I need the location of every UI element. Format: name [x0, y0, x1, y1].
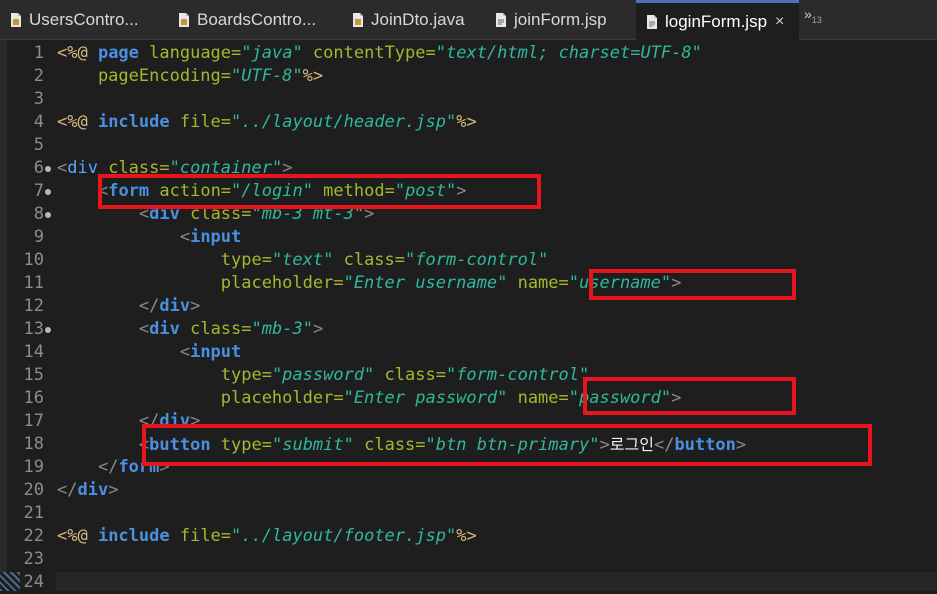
line-number: 12 [23, 296, 44, 316]
chevron-right-icon: » [804, 6, 812, 22]
code-text: pageEncoding="UTF-8"%> [57, 66, 324, 86]
code-line: 22 <%@ include file="../layout/footer.jsp… [0, 525, 937, 548]
tab-label: UsersContro... [29, 10, 139, 29]
fold-toggle-icon[interactable] [45, 212, 51, 218]
highlight-form-tag [98, 174, 541, 209]
code-line: 10 type="text" class="form-control" [0, 249, 937, 272]
line-number: 19 [23, 457, 44, 477]
line-number: 14 [23, 342, 44, 362]
fold-toggle-icon[interactable] [45, 327, 51, 333]
line-number: 3 [33, 89, 44, 109]
line-number: 5 [33, 135, 44, 155]
line-number: 23 [23, 549, 44, 569]
code-line: 21 [0, 502, 937, 525]
code-line: 4 <%@ include file="../layout/header.jsp"… [0, 111, 937, 134]
code-text: <%@ page language="java" contentType="te… [57, 43, 702, 63]
code-line: 23 [0, 548, 937, 571]
code-line: 15 type="password" class="form-control" [0, 364, 937, 387]
editor-tab-bar: UsersContro... BoardsContro... JoinDto.j… [0, 0, 937, 40]
line-number: 9 [33, 227, 44, 247]
code-text: </div> [138, 296, 201, 316]
code-editor[interactable]: 1 <%@ page language="java" contentType="t… [0, 42, 937, 594]
code-text: type="text" class="form-control" [57, 250, 549, 270]
code-line: 13 <div class="mb-3"> [0, 318, 937, 341]
jsp-file-icon [496, 13, 506, 27]
highlight-password-name [583, 377, 796, 415]
code-line: 11 placeholder="Enter username" name="us… [0, 272, 937, 295]
java-file-icon [11, 13, 21, 27]
tab-users-controller[interactable]: UsersContro... [8, 0, 139, 40]
code-line: 1 <%@ page language="java" contentType="t… [0, 42, 937, 65]
line-number: 16 [23, 388, 44, 408]
code-line: 3 [0, 88, 937, 111]
tab-join-form[interactable]: joinForm.jsp [493, 0, 607, 40]
tab-label: loginForm.jsp [665, 11, 768, 31]
line-number: 15 [23, 365, 44, 385]
code-line: 9 <input [0, 226, 937, 249]
tab-login-form[interactable]: loginForm.jsp × [636, 0, 799, 40]
line-number: 2 [33, 66, 44, 86]
line-number: 6 [33, 158, 44, 178]
line-number: 21 [23, 503, 44, 523]
line-number: 7 [33, 181, 44, 201]
code-line: 14 <input [0, 341, 937, 364]
line-number: 4 [33, 112, 44, 132]
tab-label: BoardsContro... [197, 10, 317, 29]
code-text: <div class="mb-3"> [138, 319, 324, 339]
tab-label: JoinDto.java [371, 10, 465, 29]
line-number: 20 [23, 480, 44, 500]
code-text: <%@ include file="../layout/footer.jsp"%… [57, 526, 477, 546]
code-text: </div> [57, 480, 119, 500]
tab-label: joinForm.jsp [514, 10, 607, 29]
hidden-tab-count: 13 [811, 14, 822, 25]
highlight-username-name [589, 269, 796, 300]
line-number: 10 [23, 250, 44, 270]
code-text: <input [179, 227, 242, 247]
code-text: type="password" class="form-control" [57, 365, 590, 385]
tab-boards-controller[interactable]: BoardsContro... [176, 0, 316, 40]
code-line: 16 placeholder="Enter password" name="pa… [0, 387, 937, 410]
fold-toggle-icon[interactable] [45, 166, 51, 172]
line-number: 8 [33, 204, 44, 224]
code-text: placeholder="Enter username" name="usern… [57, 273, 682, 293]
tab-join-dto[interactable]: JoinDto.java [350, 0, 465, 40]
line-number: 17 [23, 411, 44, 431]
line-number: 13 [23, 319, 44, 339]
fold-toggle-icon[interactable] [45, 189, 51, 195]
java-file-icon [353, 13, 363, 27]
code-line: 12 </div> [0, 295, 937, 318]
line-number: 18 [23, 434, 44, 454]
code-line: 20 </div> [0, 479, 937, 502]
line-number: 22 [23, 526, 44, 546]
highlight-submit-button [142, 424, 872, 466]
more-tabs-button[interactable]: »13 [804, 6, 822, 25]
close-tab-icon[interactable]: × [775, 13, 784, 31]
code-text: <%@ include file="../layout/header.jsp"%… [57, 112, 477, 132]
jsp-file-icon [647, 14, 657, 29]
line-number: 11 [23, 273, 44, 293]
java-file-icon [179, 13, 189, 27]
line-number: 1 [33, 43, 44, 63]
code-text: <input [179, 342, 242, 362]
code-line: 2 pageEncoding="UTF-8"%> [0, 65, 937, 88]
code-line: 5 [0, 134, 937, 157]
